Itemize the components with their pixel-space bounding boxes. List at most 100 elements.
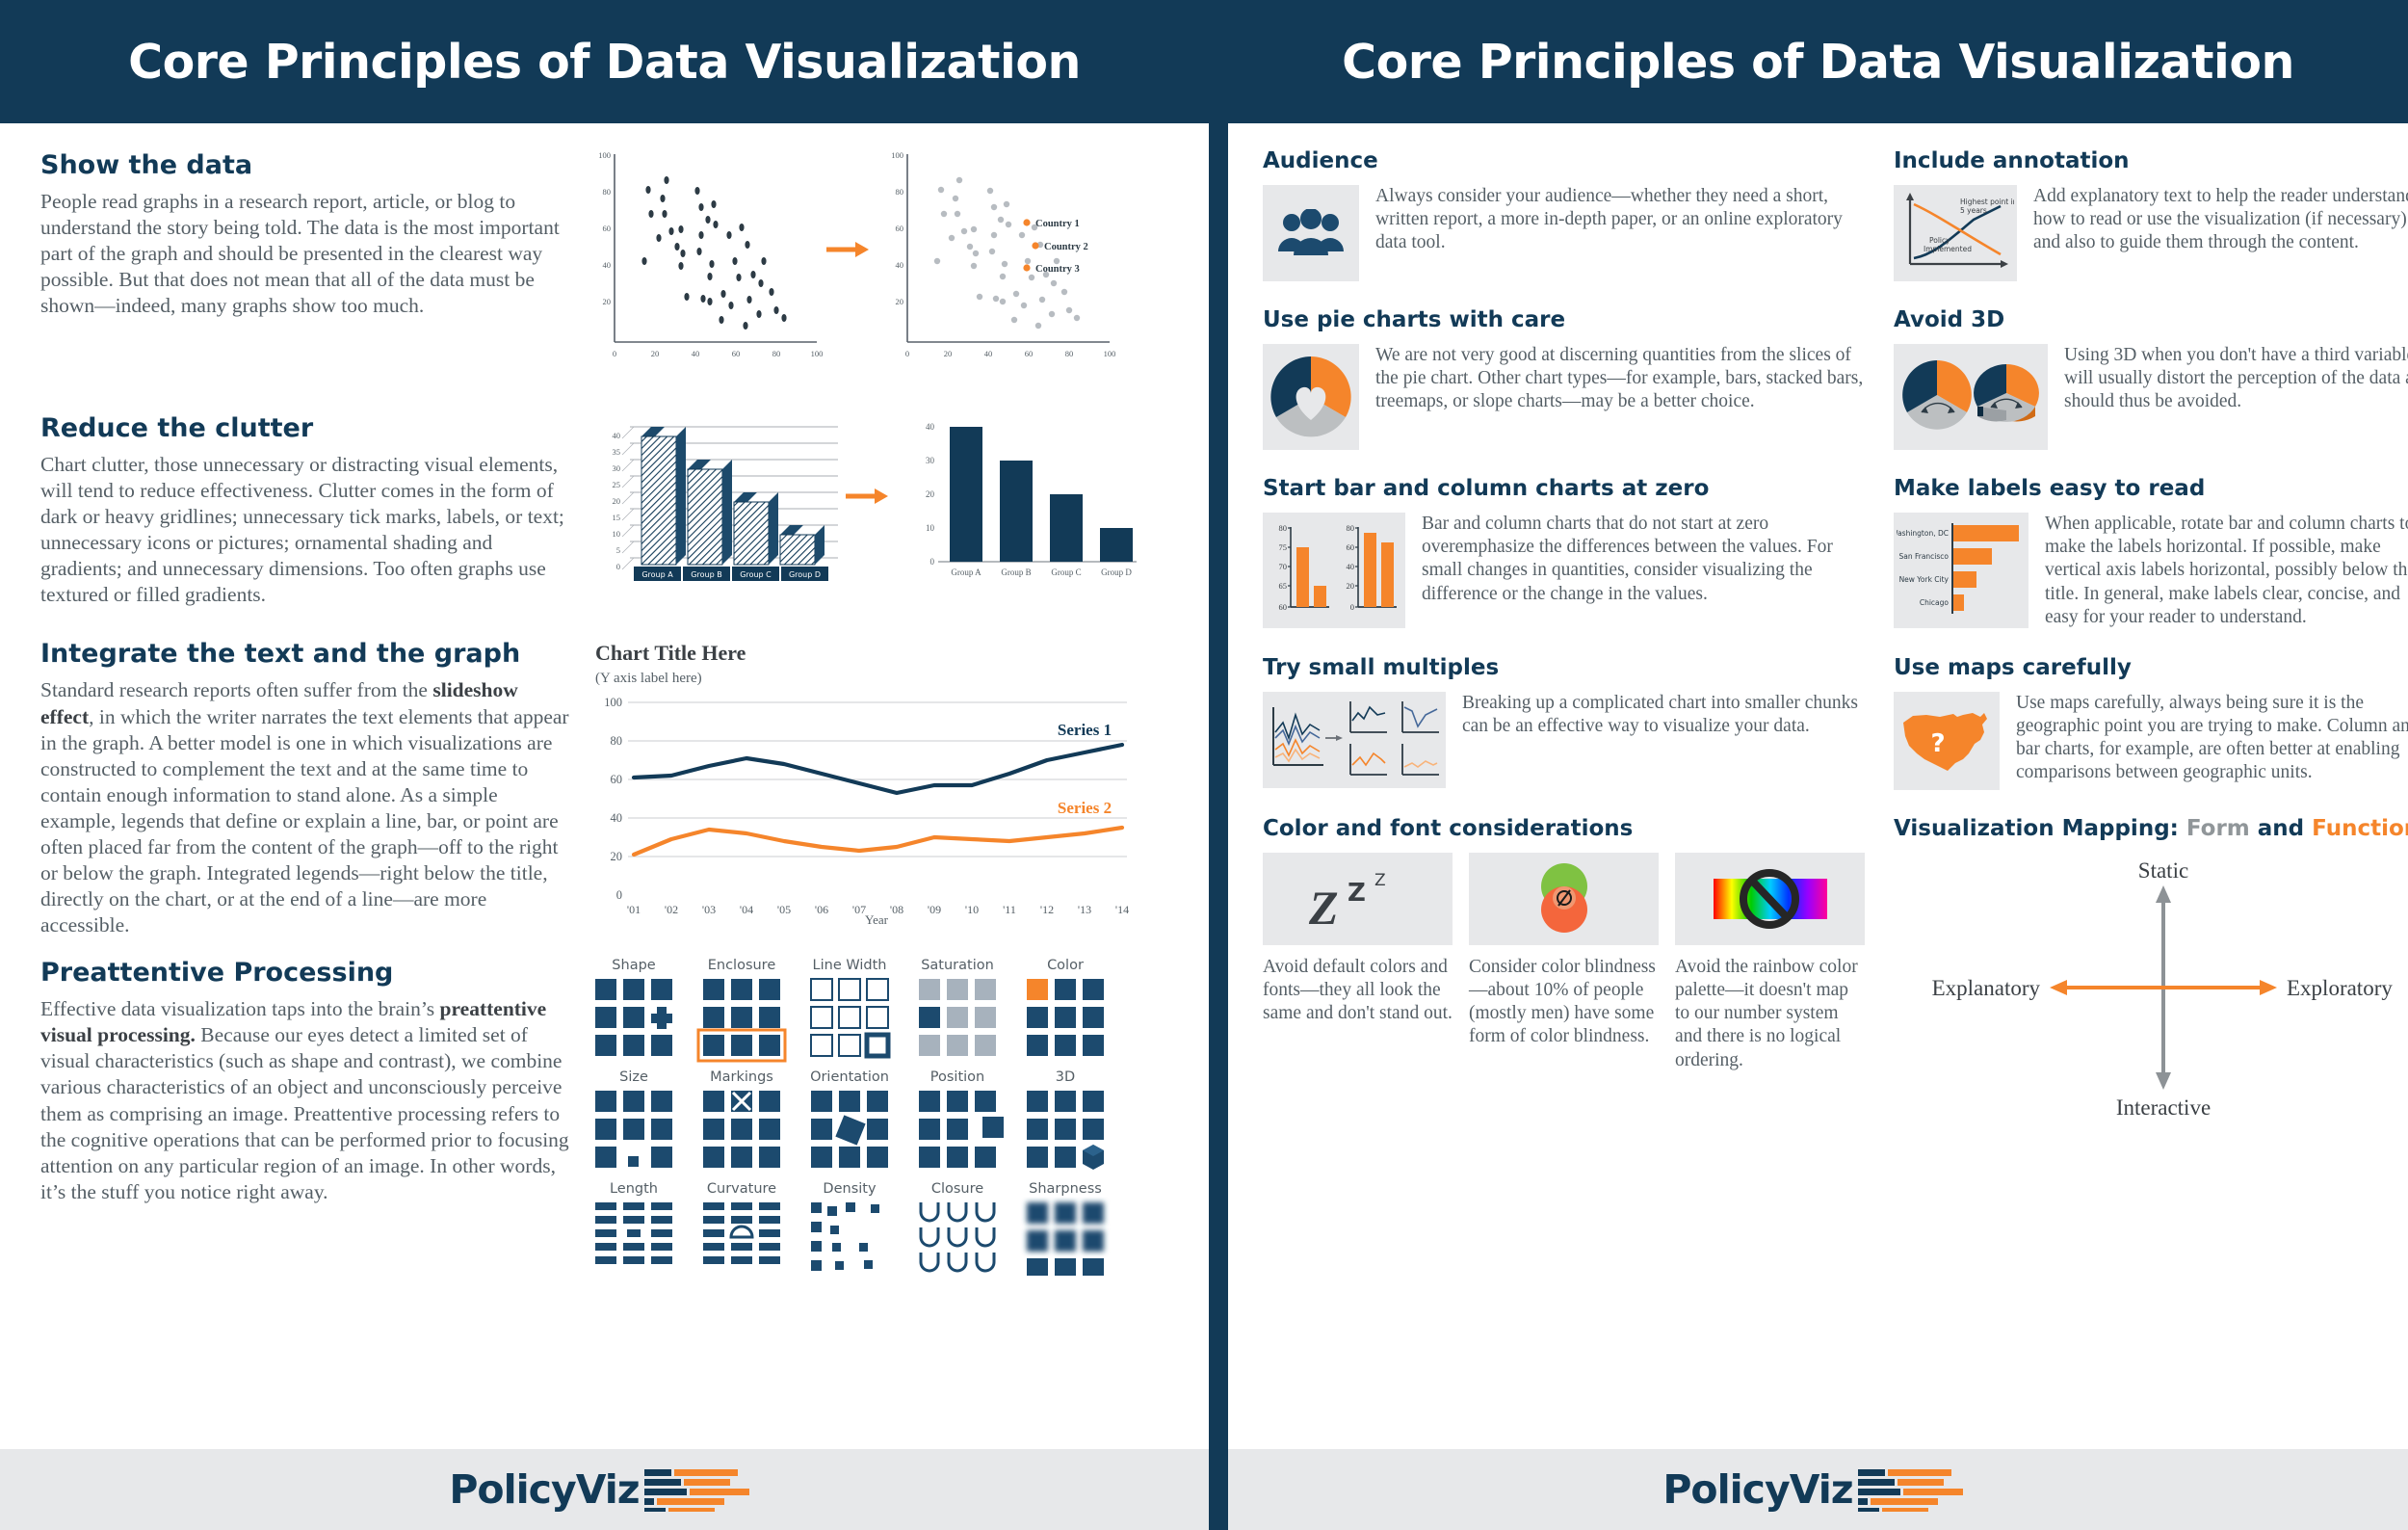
svg-text:40: 40	[926, 422, 935, 432]
preattentive-label-sharpness: Sharpness	[1029, 1181, 1102, 1197]
colorfont-text-blindness: Consider color blindness—about 10% of pe…	[1469, 956, 1656, 1047]
svg-text:80: 80	[772, 349, 781, 358]
show-the-data-visual: 100 80 60 40 20 0 20 40 60 80 100 100 80…	[588, 150, 1209, 377]
preattentive-tile-saturation	[919, 979, 996, 1057]
colorfont-item-default: Z Z Z Avoid default colors and fonts—the…	[1263, 852, 1453, 1072]
reduce-clutter-visual: 40 35 30 25 20 15 10 5 0 Group A Group B…	[588, 413, 1209, 608]
svg-text:Group A: Group A	[641, 570, 673, 579]
line-chart-svg: Chart Title Here (Y axis label here) 100	[595, 641, 1129, 916]
startzero-heading: Start bar and column charts at zero	[1263, 476, 1710, 501]
colorfont-text-default: Avoid default colors and fonts—they all …	[1263, 956, 1453, 1024]
integrate-body-pre: Standard research reports often suffer f…	[40, 678, 433, 702]
infographic-page: Core Principles of Data Visualization Sh…	[0, 0, 2408, 1530]
integrate-body: Standard research reports often suffer f…	[40, 677, 570, 938]
donut-heart-icon	[1263, 344, 1359, 450]
preattentive-tile-curvature	[703, 1202, 780, 1265]
preattentive-tile-size	[595, 1091, 672, 1169]
policyviz-logo-text-right: PolicyViz	[1662, 1466, 1853, 1513]
integrate-heading: Integrate the text and the graph	[40, 639, 521, 670]
people-group-icon	[1263, 185, 1359, 281]
legend-label-country-1: Country 1	[1035, 219, 1080, 229]
svg-text:20: 20	[651, 349, 660, 358]
smallmult-text: Breaking up a complicated chart into sma…	[1462, 692, 1858, 737]
svg-text:0: 0	[930, 557, 935, 567]
svg-text:San Francisco: San Francisco	[1898, 552, 1949, 561]
svg-text:40: 40	[1347, 562, 1355, 571]
transform-arrow-icon-2	[846, 488, 888, 504]
preattentive-tile-line-width	[810, 978, 891, 1059]
panel-divider	[1209, 0, 1228, 1530]
colorfont-item-rainbow: Avoid the rainbow color palette—it doesn…	[1675, 852, 1865, 1072]
cell-color-font: Color and font considerations Z Z Z Avoi…	[1263, 816, 1865, 1122]
integrate-text-block: Integrate the text and the graph Standar…	[0, 639, 588, 938]
smallmult-heading: Try small multiples	[1263, 654, 1500, 680]
no-rainbow-icon	[1675, 852, 1865, 945]
cluttered-bar-chart: 4035 3025 2015 105 0 Group A Group B Gro…	[613, 426, 838, 581]
scatter-comparison-svg: 100 80 60 40 20 0 20 40 60 80 100 100 80…	[598, 150, 1115, 358]
preattentive-label-saturation: Saturation	[921, 958, 994, 973]
preattentive-tile-enclosure	[696, 979, 787, 1063]
svg-text:60: 60	[1279, 602, 1288, 612]
preattentive-label-shape: Shape	[612, 958, 655, 973]
cell-pie-charts: Use pie charts with care We are not very…	[1263, 307, 1865, 450]
preattentive-tile-position	[919, 1091, 1004, 1169]
cell-start-at-zero: Start bar and column charts at zero 80 75…	[1263, 476, 1865, 629]
svg-text:Highest point in: Highest point in	[1960, 198, 2014, 206]
svg-text:100: 100	[891, 150, 903, 160]
preattentive-label-curvature: Curvature	[707, 1181, 776, 1197]
svg-text:Z: Z	[1374, 871, 1386, 890]
transform-arrow-icon	[826, 242, 869, 257]
sleeping-z-icon: Z Z Z	[1263, 852, 1453, 945]
avoid3d-heading: Avoid 3D	[1894, 307, 2005, 332]
svg-text:Group D: Group D	[789, 570, 821, 579]
svg-text:60: 60	[1025, 349, 1034, 358]
scatter-before: 100 80 60 40 20 0 20 40 60 80 100	[598, 150, 823, 358]
policyviz-logo-bars-icon	[643, 1469, 749, 1512]
series-1-label: Series 1	[1058, 721, 1112, 739]
preattentive-label-markings: Markings	[710, 1069, 773, 1085]
right-banner-title: Core Principles of Data Visualization	[1342, 34, 2294, 90]
svg-text:0: 0	[616, 562, 620, 571]
preattentive-label-size: Size	[619, 1069, 648, 1085]
svg-text:Group C: Group C	[1051, 567, 1081, 577]
preattentive-tile-sharpness	[1027, 1202, 1104, 1277]
svg-text:'05: '05	[777, 903, 791, 916]
svg-text:40: 40	[896, 260, 904, 270]
pie-text: We are not very good at discerning quant…	[1375, 345, 1864, 412]
svg-text:Group D: Group D	[1101, 567, 1132, 577]
svg-text:40: 40	[613, 431, 621, 440]
right-footer: PolicyViz	[1228, 1449, 2408, 1530]
mapping-quadrant-svg: Static Interactive Explanatory Explorato…	[1932, 858, 2394, 1120]
annotated-line-chart-icon: Highest point in 5 years Policy Implemen…	[1894, 185, 2017, 281]
preattentive-body-rest: Because our eyes detect a limited set of…	[40, 1023, 569, 1203]
cell-include-annotation: Include annotation Highest point in 5 ye…	[1894, 148, 2408, 281]
audience-text: Always consider your audience—whether th…	[1375, 186, 1843, 253]
right-panel: Core Principles of Data Visualization Au…	[1228, 0, 2408, 1530]
svg-text:10: 10	[613, 529, 621, 539]
preattentive-tile-color	[1027, 979, 1104, 1057]
svg-text:20: 20	[613, 496, 621, 506]
mapping-label-static: Static	[2138, 858, 2188, 883]
two-bar-charts-icon: 80 75 70 65 60 80 60 40 20 0	[1263, 513, 1405, 628]
cell-use-maps: Use maps carefully ? Use maps carefully,…	[1894, 655, 2408, 790]
preattentive-tile-length	[595, 1202, 672, 1265]
cell-avoid-3d: Avoid 3D Using 3D when you don't have a …	[1894, 307, 2408, 450]
colorfont-item-blindness: Consider color blindness—about 10% of pe…	[1469, 852, 1659, 1072]
svg-text:25: 25	[613, 480, 621, 489]
svg-text:70: 70	[1279, 562, 1288, 571]
preattentive-tile-closure	[919, 1202, 996, 1273]
preattentive-tile-3d	[1027, 1091, 1104, 1171]
reduce-clutter-heading: Reduce the clutter	[40, 413, 314, 443]
svg-text:Group C: Group C	[740, 570, 772, 579]
svg-text:Implemented: Implemented	[1924, 245, 1972, 253]
svg-text:'03: '03	[702, 903, 716, 916]
preattentive-label-density: Density	[823, 1181, 877, 1197]
left-banner-title: Core Principles of Data Visualization	[128, 34, 1081, 90]
svg-text:40: 40	[692, 349, 700, 358]
preattentive-label-enclosure: Enclosure	[708, 958, 776, 973]
svg-text:100: 100	[604, 696, 622, 709]
svg-text:'01: '01	[627, 903, 641, 916]
svg-text:'08: '08	[890, 903, 903, 916]
reduce-clutter-text-block: Reduce the clutter Chart clutter, those …	[0, 413, 588, 608]
preattentive-tile-shape	[595, 979, 672, 1057]
